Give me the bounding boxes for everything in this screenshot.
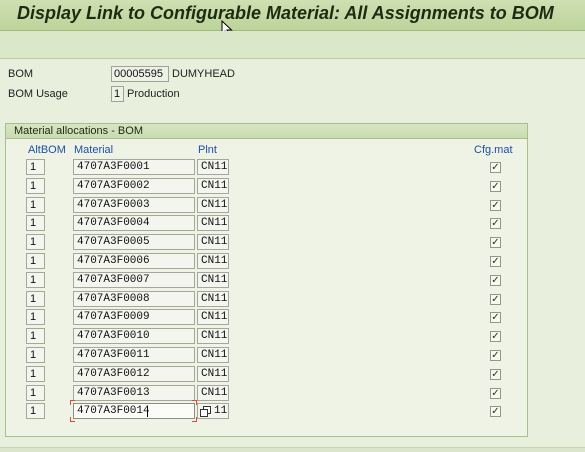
altbom-cell[interactable]: 1	[26, 234, 45, 250]
altbom-cell[interactable]: 1	[26, 215, 45, 231]
altbom-cell[interactable]: 1	[26, 366, 45, 382]
cfg-mat-checkbox[interactable]: ✓	[490, 331, 501, 342]
group-header: Material allocations - BOM	[6, 124, 527, 139]
plant-cell[interactable]: CN11	[197, 309, 229, 325]
cfg-mat-checkbox[interactable]: ✓	[490, 256, 501, 267]
material-cell[interactable]: 4707A3F0013	[73, 385, 195, 401]
bom-usage-description: Production	[127, 88, 180, 100]
value-help-icon[interactable]	[200, 406, 211, 417]
altbom-cell[interactable]: 1	[26, 253, 45, 269]
cfg-mat-checkbox[interactable]: ✓	[490, 350, 501, 361]
text-caret	[147, 406, 148, 417]
group-title: Material allocations - BOM	[14, 125, 143, 137]
altbom-cell[interactable]: 1	[26, 385, 45, 401]
plant-cell[interactable]: CN11	[197, 197, 229, 213]
material-cell[interactable]: 4707A3F0014	[73, 403, 195, 419]
cfg-mat-checkbox[interactable]: ✓	[490, 275, 501, 286]
bom-field[interactable]: 00005595	[111, 66, 169, 82]
focus-corner	[70, 417, 75, 422]
title-bar: Display Link to Configurable Material: A…	[0, 0, 585, 38]
bom-description: DUMYHEAD	[172, 68, 235, 80]
plant-cell[interactable]: CN11	[197, 178, 229, 194]
bom-usage-label: BOM Usage	[8, 88, 68, 100]
plant-cell[interactable]: CN11	[197, 347, 229, 363]
altbom-cell[interactable]: 1	[26, 403, 45, 419]
material-cell[interactable]: 4707A3F0011	[73, 347, 195, 363]
column-header-altbom[interactable]: AltBOM	[28, 144, 66, 156]
material-cell[interactable]: 4707A3F0005	[73, 234, 195, 250]
altbom-cell[interactable]: 1	[26, 272, 45, 288]
cfg-mat-checkbox[interactable]: ✓	[490, 200, 501, 211]
cfg-mat-checkbox[interactable]: ✓	[490, 218, 501, 229]
cfg-mat-checkbox[interactable]: ✓	[490, 369, 501, 380]
cfg-mat-checkbox[interactable]: ✓	[490, 406, 501, 417]
focus-corner	[192, 417, 197, 422]
material-cell[interactable]: 4707A3F0001	[73, 159, 195, 175]
plant-cell[interactable]: CN11	[197, 272, 229, 288]
material-allocations-group: Material allocations - BOM AltBOM Materi…	[5, 123, 528, 437]
altbom-cell[interactable]: 1	[26, 291, 45, 307]
status-bar	[0, 447, 585, 452]
material-cell[interactable]: 4707A3F0003	[73, 197, 195, 213]
bom-usage-field[interactable]: 1	[111, 86, 124, 102]
plant-cell[interactable]: CN11	[197, 159, 229, 175]
column-header-cfg-mat[interactable]: Cfg.mat	[474, 144, 513, 156]
altbom-cell[interactable]: 1	[26, 159, 45, 175]
focus-corner	[70, 400, 75, 405]
cfg-mat-checkbox[interactable]: ✓	[490, 312, 501, 323]
plant-cell[interactable]: CN11	[197, 366, 229, 382]
bom-label: BOM	[8, 68, 34, 80]
cfg-mat-checkbox[interactable]: ✓	[490, 181, 501, 192]
plant-cell[interactable]: CN11	[197, 328, 229, 344]
altbom-cell[interactable]: 1	[26, 328, 45, 344]
altbom-cell[interactable]: 1	[26, 347, 45, 363]
altbom-cell[interactable]: 1	[26, 197, 45, 213]
cfg-mat-checkbox[interactable]: ✓	[490, 294, 501, 305]
plant-cell[interactable]: CN11	[197, 234, 229, 250]
column-header-material[interactable]: Material	[74, 144, 113, 156]
focus-corner	[192, 400, 197, 405]
cfg-mat-checkbox[interactable]: ✓	[490, 237, 501, 248]
material-cell[interactable]: 4707A3F0002	[73, 178, 195, 194]
page-title: Display Link to Configurable Material: A…	[17, 3, 554, 23]
plant-cell[interactable]: CN11	[197, 215, 229, 231]
material-cell[interactable]: 4707A3F0006	[73, 253, 195, 269]
plant-cell[interactable]: CN11	[197, 385, 229, 401]
plant-cell[interactable]: CN11	[197, 291, 229, 307]
material-cell[interactable]: 4707A3F0007	[73, 272, 195, 288]
material-cell[interactable]: 4707A3F0004	[73, 215, 195, 231]
altbom-cell[interactable]: 1	[26, 309, 45, 325]
material-cell[interactable]: 4707A3F0009	[73, 309, 195, 325]
cfg-mat-checkbox[interactable]: ✓	[490, 388, 501, 399]
altbom-cell[interactable]: 1	[26, 178, 45, 194]
column-header-plnt[interactable]: Plnt	[198, 144, 217, 156]
material-cell[interactable]: 4707A3F0008	[73, 291, 195, 307]
material-cell[interactable]: 4707A3F0012	[73, 366, 195, 382]
material-cell[interactable]: 4707A3F0010	[73, 328, 195, 344]
cfg-mat-checkbox[interactable]: ✓	[490, 162, 501, 173]
plant-cell[interactable]: CN11	[197, 253, 229, 269]
main-content: BOM 00005595 DUMYHEAD BOM Usage 1 Produc…	[0, 59, 585, 452]
application-toolbar	[0, 31, 585, 59]
